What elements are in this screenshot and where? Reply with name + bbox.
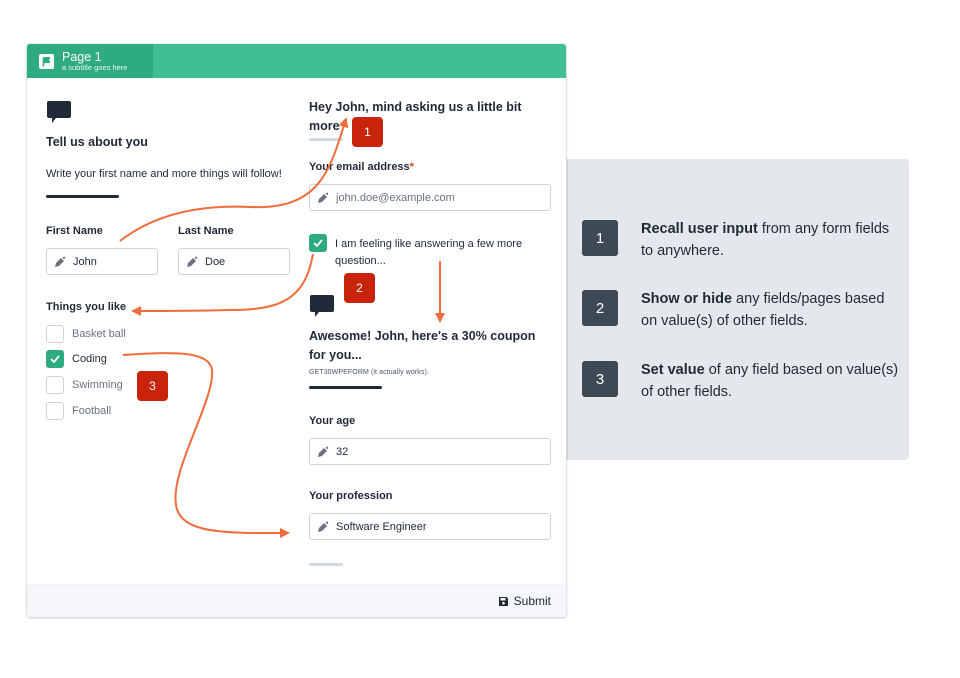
flag-icon bbox=[39, 53, 54, 69]
form-header: Page 1 a subtitle goes here bbox=[27, 44, 566, 78]
feature-item-3: 3 Set value of any field based on value(… bbox=[582, 361, 901, 403]
form-card: Page 1 a subtitle goes here Tell us abou… bbox=[27, 44, 566, 617]
coupon-note: GET30WPEFORM (it actually works). bbox=[309, 369, 429, 376]
submit-button[interactable]: Submit bbox=[498, 594, 551, 608]
last-name-label: Last Name bbox=[178, 225, 234, 237]
pen-icon bbox=[317, 446, 329, 458]
first-name-label: First Name bbox=[46, 225, 103, 237]
section-title: Tell us about you bbox=[46, 135, 148, 149]
email-placeholder: john.doe@example.com bbox=[336, 191, 455, 204]
email-input[interactable]: john.doe@example.com bbox=[309, 184, 551, 211]
feature-badge-2: 2 bbox=[582, 290, 618, 326]
profession-input[interactable]: Software Engineer bbox=[309, 513, 551, 540]
section-divider bbox=[46, 195, 119, 198]
feature-text-2: Show or hide any fields/pages based on v… bbox=[641, 291, 885, 329]
required-marker: * bbox=[409, 161, 414, 173]
coupon-divider bbox=[309, 386, 382, 389]
email-label: Your email address* bbox=[309, 161, 414, 173]
check-icon bbox=[50, 355, 60, 363]
checkbox-swimming[interactable] bbox=[46, 376, 64, 394]
profession-label: Your profession bbox=[309, 490, 393, 502]
age-label: Your age bbox=[309, 415, 356, 427]
checkbox-swimming-label: Swimming bbox=[72, 379, 123, 391]
step-badge-3: 3 bbox=[137, 371, 168, 401]
chat-bubble-icon bbox=[46, 100, 72, 126]
first-name-value: John bbox=[73, 255, 97, 268]
feature-badge-3: 3 bbox=[582, 361, 618, 397]
chat-bubble-icon bbox=[309, 294, 335, 320]
last-name-value: Doe bbox=[205, 255, 226, 268]
page-subtitle: a subtitle goes here bbox=[62, 63, 128, 72]
feature-badge-1: 1 bbox=[582, 220, 618, 256]
section-description: Write your first name and more things wi… bbox=[46, 168, 282, 180]
more-questions-checkbox[interactable] bbox=[309, 234, 327, 252]
pen-icon bbox=[54, 256, 66, 268]
pen-icon bbox=[317, 192, 329, 204]
profession-value: Software Engineer bbox=[336, 520, 427, 533]
feature-item-2: 2 Show or hide any fields/pages based on… bbox=[582, 290, 901, 332]
checkbox-basketball[interactable] bbox=[46, 325, 64, 343]
page-title: Page 1 bbox=[62, 49, 102, 64]
checkbox-football[interactable] bbox=[46, 402, 64, 420]
checkbox-basketball-label: Basket ball bbox=[72, 328, 126, 340]
age-value: 32 bbox=[336, 445, 349, 458]
feature-panel: 1 Recall user input from any form fields… bbox=[566, 159, 909, 460]
greeting-divider bbox=[309, 138, 343, 141]
check-icon bbox=[313, 239, 323, 247]
pen-icon bbox=[317, 521, 329, 533]
step-badge-1: 1 bbox=[352, 117, 383, 147]
checkbox-football-label: Football bbox=[72, 405, 112, 417]
pen-icon bbox=[186, 256, 198, 268]
age-input[interactable]: 32 bbox=[309, 438, 551, 465]
form-footer: Submit bbox=[27, 584, 566, 617]
feature-text-3: Set value of any field based on value(s)… bbox=[641, 362, 899, 400]
page-end-divider bbox=[309, 563, 343, 566]
coupon-heading: Awesome! John, here's a 30% coupon for y… bbox=[309, 329, 536, 362]
things-you-like-label: Things you like bbox=[46, 301, 127, 313]
more-questions-label: I am feeling like answering a few more q… bbox=[335, 238, 523, 267]
greeting-heading: Hey John, mind asking us a little bit mo… bbox=[309, 100, 522, 133]
first-name-input[interactable]: John bbox=[46, 248, 158, 275]
feature-item-1: 1 Recall user input from any form fields… bbox=[582, 220, 901, 262]
checkbox-coding-label: Coding bbox=[72, 353, 107, 365]
feature-text-1: Recall user input from any form fields t… bbox=[641, 221, 890, 259]
page-tab[interactable]: Page 1 a subtitle goes here bbox=[27, 44, 153, 78]
checkbox-coding[interactable] bbox=[46, 350, 64, 368]
last-name-input[interactable]: Doe bbox=[178, 248, 290, 275]
submit-label: Submit bbox=[513, 594, 551, 608]
save-icon bbox=[498, 596, 508, 606]
step-badge-2: 2 bbox=[344, 273, 375, 303]
